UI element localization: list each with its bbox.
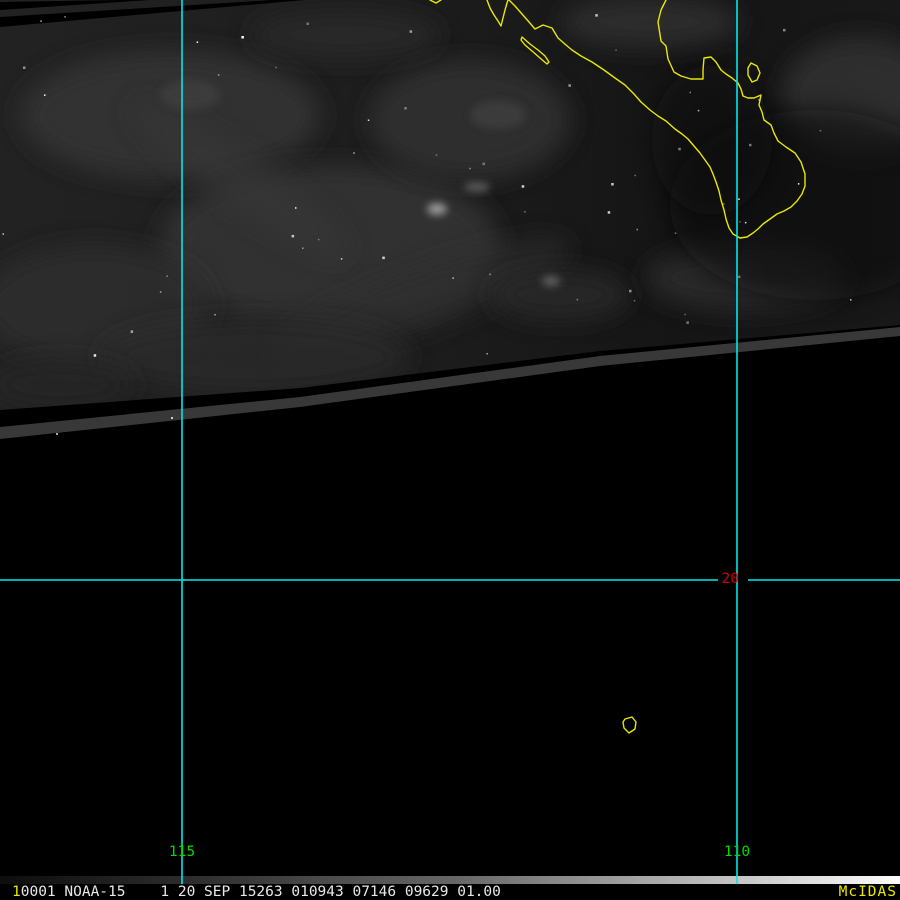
noise-dot <box>739 221 741 223</box>
noise-dot <box>684 313 686 316</box>
noise-dot <box>56 433 58 435</box>
island-socorro <box>622 716 637 734</box>
status-bar: 10001 NOAA-15 1 20 SEP 15263 010943 0714… <box>0 884 900 900</box>
bright-cloud-spot <box>542 276 560 286</box>
mcidas-display: 115 110 20 10001 NOAA-15 1 20 SEP 15263 … <box>0 0 900 900</box>
noise-dot <box>452 277 454 279</box>
noise-dot <box>409 30 413 33</box>
cloud-blob <box>370 60 570 180</box>
noise-dot <box>674 232 677 234</box>
noise-dot <box>404 107 407 110</box>
noise-dot <box>214 314 216 316</box>
noise-dot <box>737 275 741 279</box>
noise-dot <box>689 91 691 94</box>
satellite-image-swath <box>0 0 900 410</box>
noise-dot <box>130 330 134 333</box>
dark-region <box>652 65 772 215</box>
longitude-label: 115 <box>168 844 196 860</box>
satellite-image-canvas[interactable] <box>0 0 900 884</box>
longitude-label: 110 <box>723 844 751 860</box>
noise-dot <box>723 203 725 205</box>
noise-dot <box>744 221 747 224</box>
noise-dot <box>44 94 46 96</box>
noise-dot <box>482 162 485 166</box>
noise-dot <box>171 417 173 419</box>
noise-dot <box>353 152 355 154</box>
noise-dot <box>295 207 297 209</box>
cloud-blob <box>470 101 526 129</box>
noise-dot <box>340 258 343 260</box>
bright-cloud-spot <box>427 203 447 215</box>
noise-dot <box>749 143 752 147</box>
noise-dot <box>633 299 636 302</box>
noise-dot <box>318 238 320 241</box>
frame-number: 1 <box>12 884 21 900</box>
cloud-blob <box>100 319 410 395</box>
noise-dot <box>93 354 97 357</box>
noise-dot <box>166 275 168 277</box>
noise-dot <box>634 174 636 177</box>
noise-dot <box>783 28 786 32</box>
noise-dot <box>196 41 199 43</box>
status-info: 0001 NOAA-15 1 20 SEP 15263 010943 07146… <box>20 884 501 900</box>
noise-dot <box>217 74 220 76</box>
noise-dot <box>486 353 488 355</box>
mcidas-brand: McIDAS <box>838 884 897 900</box>
noise-dot <box>40 20 42 22</box>
noise-dot <box>435 154 438 156</box>
noise-dot <box>738 198 740 200</box>
noise-dot <box>607 211 611 214</box>
noise-dot <box>629 289 632 293</box>
noise-dot <box>568 84 571 87</box>
noise-dot <box>819 129 822 132</box>
noise-dot <box>291 234 295 238</box>
noise-dot <box>524 211 526 213</box>
noise-dot <box>64 16 66 18</box>
noise-dot <box>615 49 617 51</box>
noise-dot <box>686 321 689 324</box>
noise-dot <box>275 66 277 69</box>
noise-dot <box>2 233 4 235</box>
latitude-label: 20 <box>721 571 739 587</box>
cloud-blob <box>250 10 440 60</box>
noise-dot <box>850 299 852 301</box>
noise-dot <box>521 185 525 188</box>
cloud-blob <box>490 269 630 321</box>
noise-dot <box>306 22 309 25</box>
noise-dot <box>23 66 26 69</box>
noise-dot <box>595 14 598 17</box>
noise-dot <box>797 183 800 185</box>
noise-dot <box>382 256 385 260</box>
noise-dot <box>302 247 304 249</box>
noise-dot <box>159 291 162 293</box>
noise-dot <box>678 147 681 151</box>
noise-dot <box>489 273 491 276</box>
status-text: 10001 NOAA-15 1 20 SEP 15263 010943 0714… <box>0 884 501 900</box>
noise-dot <box>241 36 244 39</box>
noise-dot <box>576 298 579 301</box>
bright-cloud-spot <box>464 182 490 192</box>
noise-dot <box>697 109 700 112</box>
noise-dot <box>636 228 638 231</box>
cloud-blob <box>160 80 220 110</box>
noise-dot <box>367 119 370 121</box>
noise-dot <box>611 183 614 186</box>
noise-dot <box>469 167 471 170</box>
